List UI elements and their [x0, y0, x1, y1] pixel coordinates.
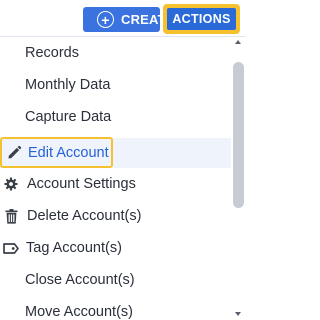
pencil-icon — [6, 145, 22, 161]
actions-label: ACTIONS — [167, 8, 236, 30]
menu-item-close-accounts[interactable]: Close Account(s) — [0, 266, 230, 294]
scroll-down-arrow-icon[interactable] — [235, 312, 241, 316]
menu-item-capture-data[interactable]: Capture Data — [0, 103, 230, 131]
tag-icon — [3, 241, 19, 255]
create-new-button[interactable]: + CREATE NEW... — [83, 7, 160, 32]
scroll-thumb[interactable] — [233, 62, 244, 208]
menu-item-delete-accounts[interactable]: Delete Account(s) — [0, 202, 230, 230]
menu-scrollbar[interactable] — [231, 37, 246, 320]
menu-item-label: Move Account(s) — [25, 304, 133, 320]
menu-item-label: Close Account(s) — [25, 272, 135, 288]
scroll-up-arrow-icon[interactable] — [235, 40, 241, 44]
menu-item-records[interactable]: Records — [0, 39, 230, 67]
actions-menu: Records Monthly Data Capture Data Edit A… — [0, 36, 246, 320]
trash-icon — [4, 208, 18, 224]
gear-icon — [4, 177, 18, 191]
menu-item-label: Account Settings — [27, 176, 136, 192]
menu-item-label: Delete Account(s) — [27, 208, 142, 224]
menu-item-label: Capture Data — [25, 109, 112, 125]
create-new-label: CREATE NEW... — [121, 12, 160, 27]
actions-button[interactable]: ACTIONS — [163, 4, 240, 34]
menu-item-edit-account[interactable]: Edit Account — [0, 137, 113, 168]
menu-item-move-accounts[interactable]: Move Account(s) — [0, 298, 230, 320]
top-action-bar: + CREATE NEW... ACTIONS — [0, 0, 246, 36]
menu-item-label: Monthly Data — [25, 77, 111, 93]
menu-item-tag-accounts[interactable]: Tag Account(s) — [0, 234, 230, 262]
actions-dropdown-panel: + CREATE NEW... ACTIONS Records Monthly … — [0, 0, 246, 320]
plus-circle-icon: + — [97, 11, 114, 28]
menu-item-label: Records — [25, 45, 79, 61]
menu-item-account-settings[interactable]: Account Settings — [0, 170, 230, 198]
menu-item-monthly-data[interactable]: Monthly Data — [0, 71, 230, 99]
menu-item-label: Tag Account(s) — [26, 240, 122, 256]
menu-item-label: Edit Account — [28, 144, 109, 161]
